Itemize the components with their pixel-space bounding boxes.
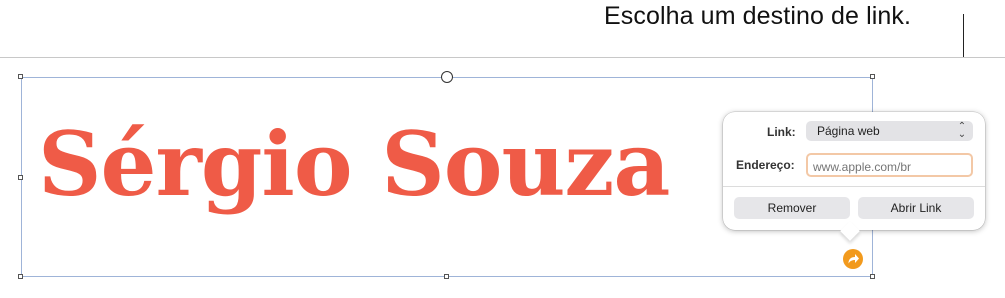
link-type-select[interactable]: Página web ⌃ ⌄	[806, 121, 973, 141]
selected-text[interactable]: Sérgio Souza	[38, 120, 670, 208]
chevron-up-down-icon: ⌃ ⌄	[957, 121, 967, 140]
resize-handle-bottom-right[interactable]	[870, 274, 875, 279]
rotation-handle[interactable]	[441, 71, 453, 83]
address-label: Endereço:	[736, 158, 795, 172]
resize-handle-bottom-left[interactable]	[18, 274, 23, 279]
open-link-button[interactable]: Abrir Link	[858, 197, 974, 219]
link-arrow-icon	[848, 254, 859, 264]
remove-link-button[interactable]: Remover	[734, 197, 850, 219]
link-badge[interactable]	[843, 249, 863, 269]
address-input[interactable]	[806, 153, 973, 177]
resize-handle-bottom-center[interactable]	[444, 274, 449, 279]
callout-text: Escolha um destino de link.	[604, 2, 912, 30]
link-label: Link:	[767, 125, 796, 139]
popover-divider	[723, 186, 985, 187]
resize-handle-top-left[interactable]	[18, 74, 23, 79]
resize-handle-left[interactable]	[18, 175, 23, 180]
link-type-value: Página web	[817, 124, 880, 138]
resize-handle-top-right[interactable]	[870, 74, 875, 79]
